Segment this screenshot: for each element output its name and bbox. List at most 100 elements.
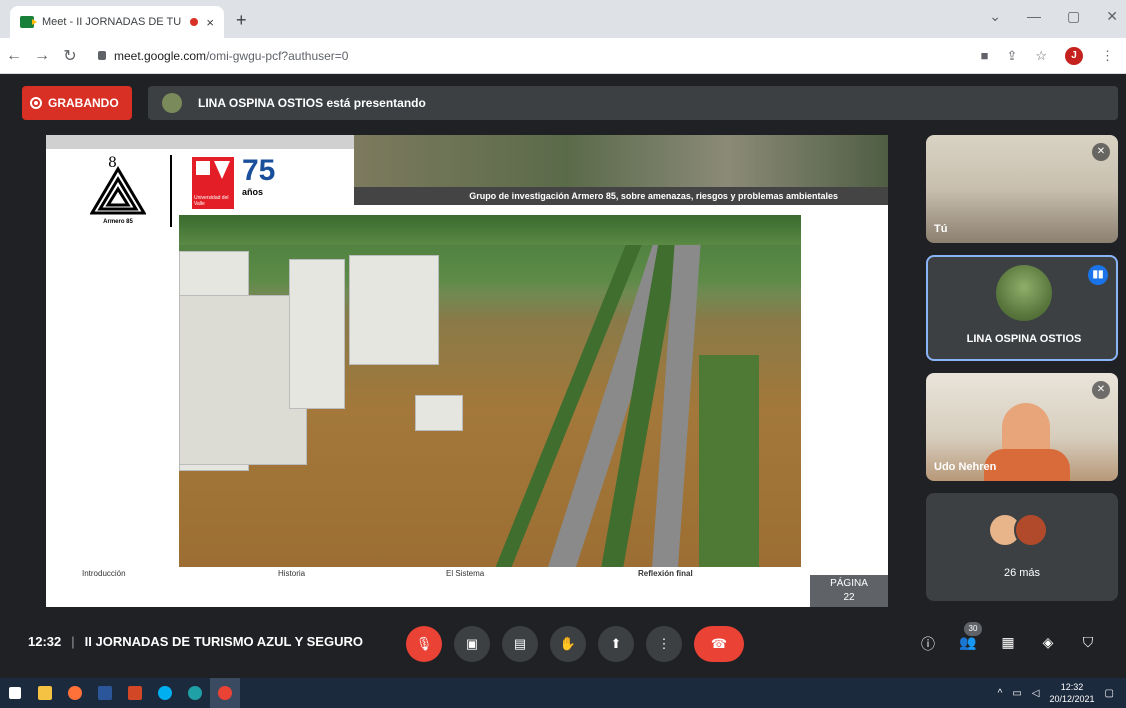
taskbar-chrome[interactable] — [210, 678, 240, 708]
edge-icon — [188, 686, 202, 700]
shapes-icon: ◈ — [1042, 634, 1054, 650]
tab-close-icon[interactable]: × — [206, 15, 214, 30]
url-field[interactable]: meet.google.com/omi-gwgu-pcf?authuser=0 — [98, 49, 348, 63]
people-button[interactable]: 30 👥 — [958, 622, 982, 654]
raise-hand-button[interactable]: ✋ — [550, 626, 586, 662]
close-window-button[interactable]: ✕ — [1106, 8, 1118, 25]
tab-meet[interactable]: Meet - II JORNADAS DE TUR × — [10, 6, 224, 38]
presenter-avatar — [162, 93, 182, 113]
people-icon: 👥 — [959, 634, 977, 650]
presenting-banner: LINA OSPINA OSTIOS está presentando — [148, 86, 1118, 120]
folder-icon — [38, 686, 52, 700]
chat-button[interactable]: ▦ — [998, 634, 1018, 654]
tray-chevron-icon[interactable]: ^ — [998, 688, 1003, 699]
meet-control-bar: 12:32 | II JORNADAS DE TURISMO AZUL Y SE… — [0, 620, 1126, 670]
url-path: /omi-gwgu-pcf?authuser=0 — [206, 48, 349, 63]
avatar — [996, 265, 1052, 321]
info-icon: ⓘ — [921, 636, 935, 652]
new-tab-button[interactable]: + — [236, 10, 247, 31]
restore-button[interactable]: ▢ — [1067, 8, 1080, 25]
skype-icon — [158, 686, 172, 700]
anniversary-label: años — [242, 187, 264, 197]
slide-banner-caption: Grupo de investigación Armero 85, sobre … — [354, 187, 888, 205]
taskbar-powerpoint[interactable] — [120, 678, 150, 708]
camera-indicator-icon[interactable]: ■ — [981, 48, 989, 63]
meeting-title: II JORNADAS DE TURISMO AZUL Y SEGURO — [84, 634, 363, 649]
taskbar-file-explorer[interactable] — [30, 678, 60, 708]
firefox-icon — [68, 686, 82, 700]
armero-logo: 8 Armero 85 — [89, 155, 147, 225]
participant-tile-udo[interactable]: ✕ Udo Nehren — [926, 373, 1118, 481]
bookmark-star-icon[interactable]: ☆ — [1035, 48, 1047, 64]
recording-label: GRABANDO — [48, 96, 119, 110]
taskbar-skype[interactable] — [150, 678, 180, 708]
taskbar-date: 20/12/2021 — [1049, 694, 1095, 704]
triangle-logo-icon: 8 — [89, 155, 147, 215]
browser-tab-bar: Meet - II JORNADAS DE TUR × + ⌄ — ▢ ✕ — [0, 0, 1126, 38]
volume-icon[interactable]: ◁ — [1032, 688, 1040, 699]
tab-search-icon[interactable]: ⌄ — [989, 8, 1001, 25]
tab-title: Meet - II JORNADAS DE TUR — [42, 16, 183, 28]
taskbar-word[interactable] — [90, 678, 120, 708]
avatar — [1014, 513, 1048, 547]
page-label: PÁGINA — [830, 578, 868, 589]
footer-intro: Introducción — [82, 569, 126, 578]
forward-arrow-icon[interactable]: → — [28, 47, 56, 65]
more-participants-tile[interactable]: 26 más — [926, 493, 1118, 601]
participant-tile-presenter[interactable]: ▮▮ LINA OSPINA OSTIOS — [926, 255, 1118, 361]
windows-taskbar: ^ ▭ ◁ 12:32 20/12/2021 ▢ — [0, 678, 1126, 708]
host-controls-button[interactable]: ⛉ — [1078, 634, 1098, 654]
participant-name: Tú — [934, 223, 948, 235]
mic-off-icon: 🎙 — [415, 636, 433, 651]
back-arrow-icon[interactable]: ← — [0, 47, 28, 65]
url-host: meet.google.com — [114, 48, 207, 63]
participants-count-badge: 30 — [964, 622, 982, 636]
reload-icon[interactable]: ↻ — [56, 46, 84, 66]
camera-toggle-button[interactable]: ▣ — [454, 626, 490, 662]
participant-tile-self[interactable]: ✕ Tú — [926, 135, 1118, 243]
shared-slide: Grupo de investigación Armero 85, sobre … — [46, 135, 888, 607]
network-icon[interactable]: ▭ — [1012, 688, 1021, 699]
present-button[interactable]: ⬆ — [598, 626, 634, 662]
univalle-label: Universidad del Valle — [194, 195, 229, 207]
powerpoint-icon — [128, 686, 142, 700]
logo-divider — [170, 155, 172, 227]
word-icon — [98, 686, 112, 700]
taskbar-time: 12:32 — [1060, 682, 1084, 692]
captions-button[interactable]: ▤ — [502, 626, 538, 662]
notifications-icon[interactable]: ▢ — [1105, 688, 1114, 699]
recording-badge[interactable]: GRABANDO — [22, 86, 132, 120]
record-icon — [30, 97, 42, 109]
presenting-text: LINA OSPINA OSTIOS está presentando — [198, 96, 426, 110]
meeting-details-button[interactable]: ⓘ — [918, 634, 938, 654]
share-icon[interactable]: ⇪ — [1006, 48, 1017, 64]
slide-banner-photo — [354, 135, 888, 187]
chat-icon: ▦ — [1001, 634, 1015, 650]
phone-hangup-icon: ☎ — [710, 636, 728, 651]
mic-toggle-button[interactable]: 🎙 — [406, 626, 442, 662]
camera-icon: ▣ — [465, 636, 479, 651]
present-icon: ⬆ — [610, 636, 622, 651]
hand-icon: ✋ — [559, 636, 577, 651]
window-controls: ⌄ — ▢ ✕ — [989, 8, 1118, 25]
taskbar-edge[interactable] — [180, 678, 210, 708]
taskbar-clock[interactable]: 12:32 20/12/2021 — [1050, 681, 1095, 705]
anniversary-logo: 75 años — [242, 155, 282, 215]
mic-off-icon: ✕ — [1092, 381, 1110, 399]
participant-name: Udo Nehren — [934, 461, 997, 473]
windows-logo-icon — [9, 687, 21, 699]
speaking-indicator-icon: ▮▮ — [1088, 265, 1108, 285]
menu-dots-icon[interactable]: ⋮ — [1101, 48, 1114, 64]
menu-dots-icon: ⋮ — [657, 636, 671, 651]
flooded-city-photo — [179, 215, 801, 567]
minimize-button[interactable]: — — [1027, 8, 1041, 25]
end-call-button[interactable]: ☎ — [694, 626, 744, 662]
more-options-button[interactable]: ⋮ — [646, 626, 682, 662]
activities-button[interactable]: ◈ — [1038, 634, 1058, 654]
shield-icon: ⛉ — [1082, 634, 1094, 650]
participant-name: LINA OSPINA OSTIOS — [966, 333, 1082, 345]
start-button[interactable] — [0, 678, 30, 708]
footer-system: El Sistema — [446, 569, 485, 578]
profile-avatar[interactable]: J — [1065, 46, 1083, 65]
taskbar-firefox[interactable] — [60, 678, 90, 708]
